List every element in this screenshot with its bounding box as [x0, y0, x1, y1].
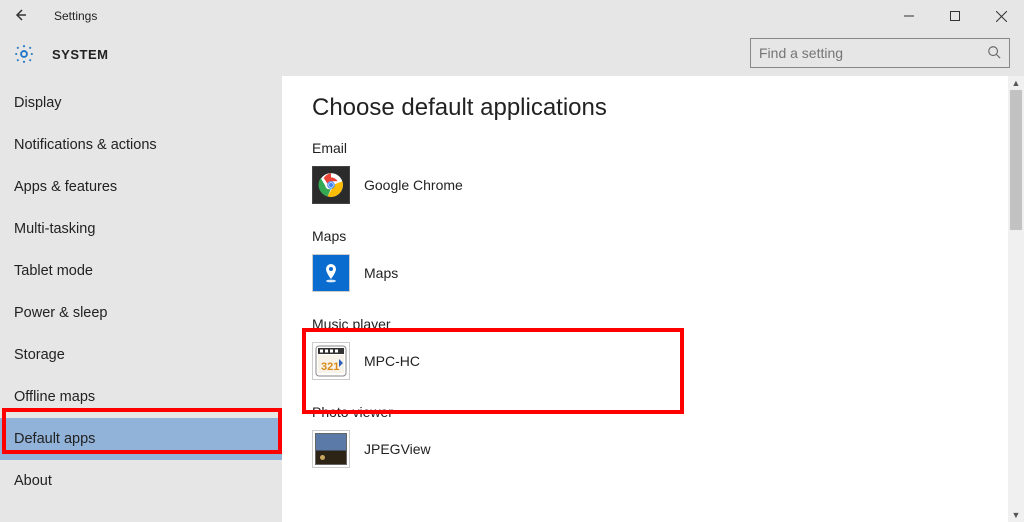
- content-pane: Choose default applications Email Google…: [282, 76, 1024, 522]
- sidebar-item-label: Display: [14, 95, 62, 111]
- category-label-photo: Photo viewer: [312, 404, 1024, 420]
- back-button[interactable]: [0, 7, 40, 26]
- search-box[interactable]: [750, 38, 1010, 68]
- svg-text:321: 321: [321, 361, 339, 373]
- titlebar: Settings: [0, 0, 1024, 32]
- sidebar-item-display[interactable]: Display: [0, 82, 282, 124]
- default-app-music[interactable]: 321 MPC-HC: [312, 342, 1024, 380]
- scroll-down-icon[interactable]: ▼: [1008, 508, 1024, 522]
- default-app-name: JPEGView: [364, 441, 431, 457]
- sidebar-item-label: Offline maps: [14, 389, 95, 405]
- sidebar-item-notifications[interactable]: Notifications & actions: [0, 124, 282, 166]
- section-title: SYSTEM: [52, 47, 108, 62]
- sidebar-item-label: Storage: [14, 347, 65, 363]
- sidebar-item-label: Tablet mode: [14, 263, 93, 279]
- header-bar: SYSTEM: [0, 32, 1024, 76]
- sidebar-item-about[interactable]: About: [0, 460, 282, 502]
- jpegview-icon: [312, 430, 350, 468]
- sidebar-item-label: Notifications & actions: [14, 137, 157, 153]
- category-label-maps: Maps: [312, 228, 1024, 244]
- default-app-name: Google Chrome: [364, 177, 463, 193]
- sidebar-item-label: Default apps: [14, 431, 95, 447]
- sidebar-item-offline-maps[interactable]: Offline maps: [0, 376, 282, 418]
- sidebar-item-label: Apps & features: [14, 179, 117, 195]
- sidebar-item-default-apps[interactable]: Default apps: [0, 418, 282, 460]
- scroll-up-icon[interactable]: ▲: [1008, 76, 1024, 90]
- default-app-photo[interactable]: JPEGView: [312, 430, 1024, 468]
- sidebar-item-label: Power & sleep: [14, 305, 108, 321]
- sidebar-item-storage[interactable]: Storage: [0, 334, 282, 376]
- default-app-name: Maps: [364, 265, 398, 281]
- window-title: Settings: [54, 9, 97, 23]
- sidebar-item-label: About: [14, 473, 52, 489]
- sidebar-item-apps-features[interactable]: Apps & features: [0, 166, 282, 208]
- minimize-button[interactable]: [886, 0, 932, 32]
- scrollbar[interactable]: ▲ ▼: [1008, 76, 1024, 522]
- default-app-name: MPC-HC: [364, 353, 420, 369]
- search-icon: [987, 45, 1001, 62]
- search-input[interactable]: [759, 45, 987, 61]
- window-controls: [886, 0, 1024, 32]
- maximize-button[interactable]: [932, 0, 978, 32]
- sidebar-item-label: Multi-tasking: [14, 221, 95, 237]
- default-app-email[interactable]: Google Chrome: [312, 166, 1024, 204]
- default-app-maps[interactable]: Maps: [312, 254, 1024, 292]
- close-button[interactable]: [978, 0, 1024, 32]
- sidebar: Display Notifications & actions Apps & f…: [0, 76, 282, 522]
- maps-icon: [312, 254, 350, 292]
- page-heading: Choose default applications: [312, 94, 1024, 122]
- gear-icon: [10, 40, 38, 68]
- chrome-icon: [312, 166, 350, 204]
- scroll-thumb[interactable]: [1010, 90, 1022, 230]
- mpc-icon: 321: [312, 342, 350, 380]
- sidebar-item-tablet-mode[interactable]: Tablet mode: [0, 250, 282, 292]
- category-label-email: Email: [312, 140, 1024, 156]
- sidebar-item-multitasking[interactable]: Multi-tasking: [0, 208, 282, 250]
- sidebar-item-power-sleep[interactable]: Power & sleep: [0, 292, 282, 334]
- category-label-music: Music player: [312, 316, 1024, 332]
